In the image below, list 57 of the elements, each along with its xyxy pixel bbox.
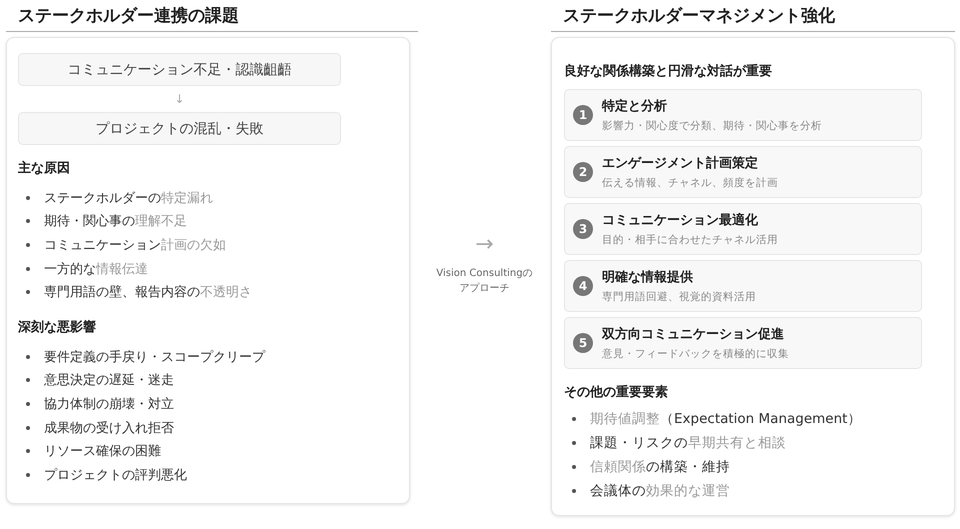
arrow-icon: → <box>475 234 494 256</box>
bullet-icon <box>26 402 30 406</box>
step-number: 1 <box>573 105 593 125</box>
list-item: 一方的な情報伝達 <box>44 260 148 278</box>
bullet-icon <box>572 489 576 493</box>
bullet-icon <box>572 465 576 469</box>
bullet-icon <box>572 441 576 445</box>
section-heading: その他の重要要素 <box>564 384 669 401</box>
list-item: リソース確保の困難 <box>44 443 161 460</box>
flow-box: コミュニケーション不足・認識齟齬 <box>18 53 341 86</box>
bullet-icon <box>26 472 30 477</box>
step-description: 意見・フィードバックを積極的に収集 <box>602 347 789 361</box>
approach-caption: アプローチ <box>460 282 510 296</box>
bullet-icon <box>26 266 30 271</box>
section-title: ステークホルダー連携の課題 <box>6 4 418 32</box>
step-number: 2 <box>573 162 593 182</box>
section-heading: 良好な関係構築と円滑な対話が重要 <box>564 62 773 80</box>
list-item: プロジェクトの評判悪化 <box>44 466 187 484</box>
section-title: ステークホルダーマネジメント強化 <box>551 4 955 32</box>
bullet-icon <box>26 449 30 454</box>
flow-box: プロジェクトの混乱・失敗 <box>18 112 341 145</box>
list-item: 専門用語の壁、報告内容の不透明さ <box>44 284 252 302</box>
list-item: 意思決定の遅延・迷走 <box>44 372 174 390</box>
bullet-icon <box>26 354 30 359</box>
list-item: 信頼関係の構築・維持 <box>590 458 730 476</box>
bullet-icon <box>26 378 30 382</box>
step-title: 明確な情報提供 <box>602 269 694 286</box>
step-title: 特定と分析 <box>602 98 668 115</box>
list-item: 期待・関心事の理解不足 <box>44 213 187 230</box>
bullet-icon <box>26 426 30 430</box>
bullet-icon <box>26 242 30 247</box>
step-number: 5 <box>573 333 593 353</box>
step-title: エンゲージメント計画策定 <box>602 154 759 172</box>
step-number: 3 <box>573 219 593 239</box>
bullet-icon <box>572 417 576 421</box>
list-item: 会議体の効果的な運営 <box>590 482 730 500</box>
list-item: 期待値調整（Expectation Management） <box>590 410 862 428</box>
step-description: 専門用語回避、視覚的資料活用 <box>602 290 756 304</box>
list-item: 協力体制の崩壊・対立 <box>44 396 174 413</box>
step-description: 伝える情報、チャネル、頻度を計画 <box>602 176 778 190</box>
list-item: コミュニケーション計画の欠如 <box>44 236 226 254</box>
step-title: コミュニケーション最適化 <box>602 212 759 229</box>
approach-caption: Vision Consultingの <box>436 267 533 281</box>
bullet-icon <box>26 219 30 224</box>
bullet-icon <box>26 196 30 200</box>
list-item: 課題・リスクの早期共有と相談 <box>590 434 786 452</box>
section-heading: 主な原因 <box>18 160 71 177</box>
bullet-icon <box>26 290 30 294</box>
list-item: ステークホルダーの特定漏れ <box>44 190 213 207</box>
arrow-icon: ↓ <box>174 92 185 106</box>
step-number: 4 <box>573 276 593 296</box>
list-item: 成果物の受け入れ拒否 <box>44 420 174 437</box>
list-item: 要件定義の手戻り・スコープクリープ <box>44 348 265 366</box>
step-title: 双方向コミュニケーション促進 <box>602 326 785 343</box>
step-description: 目的・相手に合わせたチャネル活用 <box>602 233 778 247</box>
step-description: 影響力・関心度で分類、期待・関心事を分析 <box>602 119 822 133</box>
section-heading: 深刻な悪影響 <box>18 318 97 336</box>
